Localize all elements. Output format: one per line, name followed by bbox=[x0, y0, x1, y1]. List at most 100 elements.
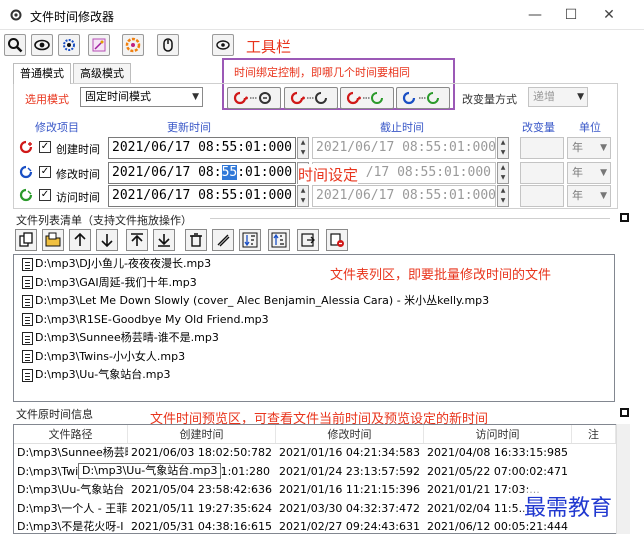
access-time-label: 访问时间 bbox=[56, 191, 100, 204]
mouse-button[interactable] bbox=[157, 34, 179, 56]
document-icon bbox=[22, 294, 33, 308]
preview-col-modified[interactable]: 修改时间 bbox=[276, 425, 424, 443]
trash-icon bbox=[190, 233, 202, 247]
tab-advanced-mode[interactable]: 高级模式 bbox=[73, 63, 131, 83]
modify-time-end-spinner[interactable]: ▲ ▼ bbox=[497, 162, 509, 184]
col-item: 修改项目 bbox=[35, 121, 79, 134]
bind-create-modify-button[interactable] bbox=[227, 87, 281, 109]
file-list-title: 文件列表清单（支持文件拖放操作） bbox=[16, 214, 192, 227]
access-time-icon bbox=[19, 188, 33, 202]
list-export-button[interactable] bbox=[297, 229, 319, 251]
bind-modify-create-icon bbox=[346, 91, 383, 105]
modify-time-update-input[interactable]: 2021/06/17 08:55:01:000 bbox=[108, 162, 296, 184]
file-list-collapse-button[interactable] bbox=[620, 213, 629, 222]
zoom-icon bbox=[8, 38, 23, 53]
create-time-update-input[interactable]: 2021/06/17 08:55:01:000 bbox=[108, 137, 296, 159]
access-time-update-input[interactable]: 2021/06/17 08:55:01:000 bbox=[108, 185, 296, 207]
cell-path: D:\mp3\Sunnee杨芸晴 bbox=[17, 446, 128, 459]
modify-time-icon bbox=[19, 165, 33, 179]
eye-small-icon bbox=[216, 40, 230, 50]
file-path: D:\mp3\DJ小鱼儿-夜夜夜漫长.mp3 bbox=[35, 257, 212, 270]
modify-time-unit-select[interactable]: 年 ▼ bbox=[567, 162, 611, 184]
bind-modify-access-button[interactable] bbox=[396, 87, 450, 109]
change-mode-label: 改变量方式 bbox=[462, 93, 517, 106]
list-delete-button[interactable] bbox=[185, 229, 207, 251]
cell-modified: 2021/02/27 09:24:43:631 bbox=[279, 520, 421, 533]
sort-asc-icon bbox=[242, 232, 258, 248]
create-time-update-spinner[interactable]: ▲ ▼ bbox=[297, 137, 309, 159]
create-time-label: 创建时间 bbox=[56, 143, 100, 156]
bind-modify-create-button[interactable] bbox=[340, 87, 394, 109]
toolbar-annotation: 工具栏 bbox=[246, 38, 292, 56]
close-button[interactable]: ✕ bbox=[592, 4, 626, 26]
list-move-up-button[interactable] bbox=[69, 229, 91, 251]
bind-create-access-button[interactable] bbox=[284, 87, 338, 109]
create-time-end-input[interactable]: 2021/06/17 08:55:01:000 bbox=[312, 137, 496, 159]
list-move-top-button[interactable] bbox=[126, 229, 148, 251]
bind-create-modify-icon bbox=[233, 91, 271, 105]
cell-created: 2021/06/03 18:02:50:782 bbox=[131, 446, 273, 459]
remove-icon bbox=[330, 233, 344, 247]
gear-icon bbox=[63, 39, 75, 51]
list-move-bottom-button[interactable] bbox=[153, 229, 175, 251]
preview-eye-button[interactable] bbox=[212, 34, 234, 56]
list-item[interactable]: D:\mp3\R1SE-Goodbye My Old Friend.mp3 bbox=[14, 311, 614, 330]
bind-modify-access-icon bbox=[402, 91, 439, 105]
list-item[interactable]: D:\mp3\Sunnee杨芸晴-谁不是.mp3 bbox=[14, 329, 614, 348]
col-delta: 改变量 bbox=[522, 121, 555, 134]
export-icon bbox=[301, 233, 315, 247]
access-time-delta-input[interactable] bbox=[520, 185, 564, 207]
view-button[interactable] bbox=[31, 34, 53, 56]
document-icon bbox=[22, 331, 33, 345]
color-button[interactable] bbox=[122, 34, 144, 56]
preview-col-accessed[interactable]: 访问时间 bbox=[424, 425, 572, 443]
list-copy-button[interactable] bbox=[15, 229, 37, 251]
modify-time-delta-input[interactable] bbox=[520, 162, 564, 184]
list-item[interactable]: D:\mp3\Twins-小小女人.mp3 bbox=[14, 348, 614, 367]
create-time-delta-input[interactable] bbox=[520, 137, 564, 159]
list-add-folder-button[interactable] bbox=[42, 229, 64, 251]
change-mode-select[interactable]: 递增 ▼ bbox=[528, 87, 588, 107]
preview-col-path[interactable]: 文件路径 bbox=[14, 425, 128, 443]
list-remove-button[interactable] bbox=[326, 229, 348, 251]
create-time-unit-value: 年 bbox=[572, 141, 583, 154]
bind-create-access-icon bbox=[290, 91, 327, 105]
access-time-end-input[interactable]: 2021/06/17 08:55:01:000 bbox=[312, 185, 496, 207]
list-clear-button[interactable] bbox=[212, 229, 234, 251]
table-row[interactable]: D:\mp3\Sunnee杨芸晴 2021/06/03 18:02:50:782… bbox=[14, 444, 629, 463]
create-time-unit-select[interactable]: 年 ▼ bbox=[567, 137, 611, 159]
list-item[interactable]: D:\mp3\Uu-气象站台.mp3 bbox=[14, 366, 614, 385]
preview-scrollbar[interactable] bbox=[616, 424, 630, 534]
settings-button[interactable] bbox=[58, 34, 80, 56]
preview-col-note[interactable]: 注 bbox=[572, 425, 616, 443]
list-sort-desc-button[interactable] bbox=[268, 229, 290, 251]
create-time-end-spinner[interactable]: ▲ ▼ bbox=[497, 137, 509, 159]
cell-path: D:\mp3\一个人 - 王菲 bbox=[17, 501, 128, 515]
tab-normal-mode[interactable]: 普通模式 bbox=[13, 63, 71, 84]
list-move-down-button[interactable] bbox=[96, 229, 118, 251]
magic-button[interactable] bbox=[88, 34, 110, 56]
maximize-button[interactable]: ☐ bbox=[554, 4, 588, 26]
access-time-end-spinner[interactable]: ▲ ▼ bbox=[497, 185, 509, 207]
cell-created: 2021/05/11 19:27:35:624 bbox=[131, 501, 273, 515]
mode-select[interactable]: 固定时间模式 ▼ bbox=[80, 87, 203, 107]
app-gear-icon bbox=[10, 9, 22, 21]
modify-time-unit-value: 年 bbox=[572, 166, 583, 179]
access-time-unit-select[interactable]: 年 ▼ bbox=[567, 185, 611, 207]
magic-icon bbox=[92, 38, 106, 52]
cell-modified: 2021/01/16 04:21:34:583 bbox=[279, 446, 421, 459]
list-item[interactable]: D:\mp3\Let Me Down Slowly (cover_ Alec B… bbox=[14, 292, 614, 311]
cell-created: 2021/05/31 04:38:16:615 bbox=[131, 520, 273, 533]
modify-time-checkbox[interactable]: ✓ bbox=[39, 166, 51, 178]
list-sort-asc-button[interactable] bbox=[239, 229, 261, 251]
access-time-update-spinner[interactable]: ▲ ▼ bbox=[297, 185, 309, 207]
col-unit: 单位 bbox=[579, 121, 601, 134]
zoom-button[interactable] bbox=[4, 34, 26, 56]
minimize-button[interactable]: — bbox=[518, 4, 552, 26]
preview-collapse-button[interactable] bbox=[620, 408, 629, 417]
create-time-checkbox[interactable]: ✓ bbox=[39, 141, 51, 153]
create-time-icon bbox=[19, 140, 33, 154]
access-time-checkbox[interactable]: ✓ bbox=[39, 189, 51, 201]
preview-col-created[interactable]: 创建时间 bbox=[128, 425, 276, 443]
modify-time-label: 修改时间 bbox=[56, 168, 100, 181]
